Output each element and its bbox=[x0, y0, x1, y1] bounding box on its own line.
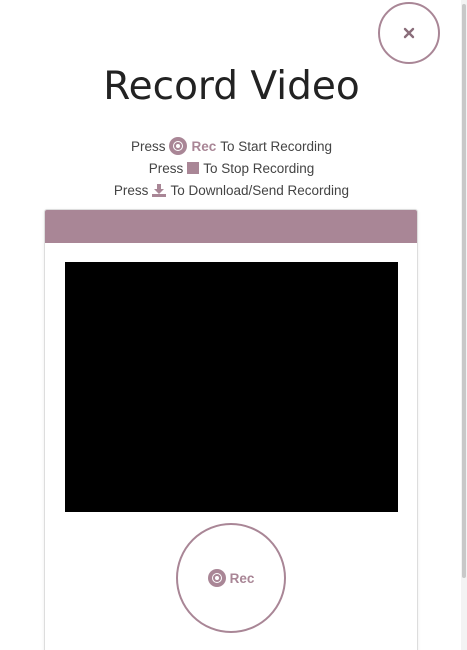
record-icon bbox=[207, 569, 226, 587]
panel-header bbox=[45, 210, 417, 243]
instruction-prefix: Press bbox=[130, 138, 166, 154]
instruction-download: Press To Download/Send Recording bbox=[0, 179, 463, 201]
video-preview bbox=[65, 262, 398, 512]
close-button[interactable] bbox=[378, 2, 440, 64]
close-icon bbox=[403, 27, 415, 39]
instruction-text: To Start Recording bbox=[220, 138, 333, 154]
record-video-modal: Record Video Press Rec To Start Recordin… bbox=[0, 0, 467, 650]
instruction-prefix: Press bbox=[113, 182, 149, 198]
stop-icon bbox=[187, 162, 200, 174]
instructions: Press Rec To Start Recording Press To St… bbox=[0, 135, 463, 201]
instruction-start: Press Rec To Start Recording bbox=[0, 135, 463, 157]
record-button-label: Rec bbox=[229, 570, 255, 586]
record-icon bbox=[169, 137, 188, 155]
download-icon bbox=[152, 183, 167, 197]
instruction-prefix: Press bbox=[148, 160, 184, 176]
instruction-stop: Press To Stop Recording bbox=[0, 157, 463, 179]
page-title: Record Video bbox=[103, 64, 360, 109]
record-button[interactable]: Rec bbox=[176, 523, 286, 633]
rec-keyword: Rec bbox=[191, 138, 217, 154]
instruction-text: To Download/Send Recording bbox=[170, 182, 350, 198]
instruction-text: To Stop Recording bbox=[203, 160, 315, 176]
recorder-panel: Rec bbox=[44, 209, 418, 650]
